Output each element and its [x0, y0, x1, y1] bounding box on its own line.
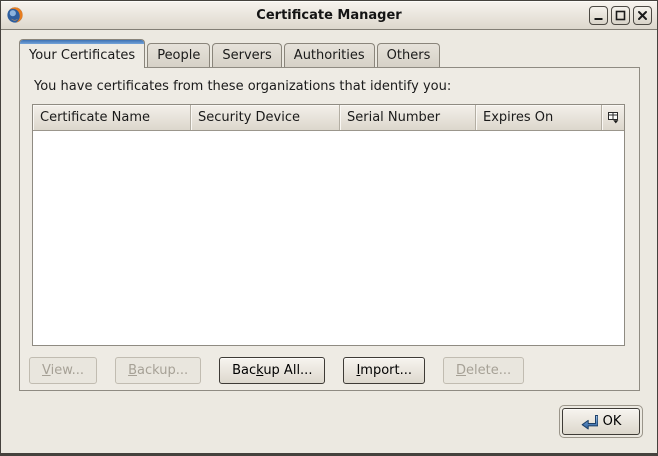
action-button-row: View... Backup... Backup All... Import..… — [29, 357, 524, 384]
tab-panel-your-certificates: You have certificates from these organiz… — [19, 67, 640, 391]
tab-people[interactable]: People — [147, 43, 210, 67]
import-button[interactable]: Import... — [343, 357, 425, 384]
view-button[interactable]: View... — [29, 357, 97, 384]
column-header-expires-on[interactable]: Expires On — [476, 105, 602, 130]
table-header-row: Certificate Name Security Device Serial … — [33, 105, 624, 131]
description-text: You have certificates from these organiz… — [34, 79, 451, 94]
close-button[interactable] — [633, 6, 652, 25]
window-controls — [589, 6, 652, 25]
tab-label: Servers — [222, 48, 271, 63]
enter-arrow-icon — [581, 414, 598, 430]
backup-button[interactable]: Backup... — [115, 357, 201, 384]
minimize-icon — [593, 10, 604, 21]
backup-all-button[interactable]: Backup All... — [219, 357, 325, 384]
column-header-serial-number[interactable]: Serial Number — [340, 105, 476, 130]
minimize-button[interactable] — [589, 6, 608, 25]
maximize-icon — [615, 10, 626, 21]
tab-authorities[interactable]: Authorities — [284, 43, 375, 67]
certificate-manager-window: Certificate Manager Your Certificates Pe… — [0, 0, 658, 456]
certificates-table: Certificate Name Security Device Serial … — [32, 104, 625, 346]
delete-button[interactable]: Delete... — [443, 357, 524, 384]
column-header-security-device[interactable]: Security Device — [191, 105, 340, 130]
certificates-list-empty[interactable] — [33, 131, 624, 345]
maximize-button[interactable] — [611, 6, 630, 25]
column-picker-icon — [607, 111, 620, 124]
firefox-icon — [6, 6, 24, 24]
ok-button[interactable]: OK — [562, 408, 640, 435]
ok-label: OK — [603, 414, 622, 429]
window-title: Certificate Manager — [1, 8, 657, 23]
tab-label: Others — [387, 48, 431, 63]
tab-label: Your Certificates — [29, 48, 135, 63]
tab-label: People — [157, 48, 200, 63]
tab-servers[interactable]: Servers — [212, 43, 281, 67]
column-picker-button[interactable] — [602, 105, 624, 130]
tab-bar: Your Certificates People Servers Authori… — [19, 39, 442, 67]
tab-others[interactable]: Others — [377, 43, 441, 67]
titlebar[interactable]: Certificate Manager — [1, 1, 657, 30]
close-icon — [637, 10, 648, 21]
default-button-ring: OK — [559, 405, 643, 438]
column-header-certificate-name[interactable]: Certificate Name — [33, 105, 191, 130]
tab-label: Authorities — [294, 48, 365, 63]
tab-your-certificates[interactable]: Your Certificates — [19, 39, 145, 68]
